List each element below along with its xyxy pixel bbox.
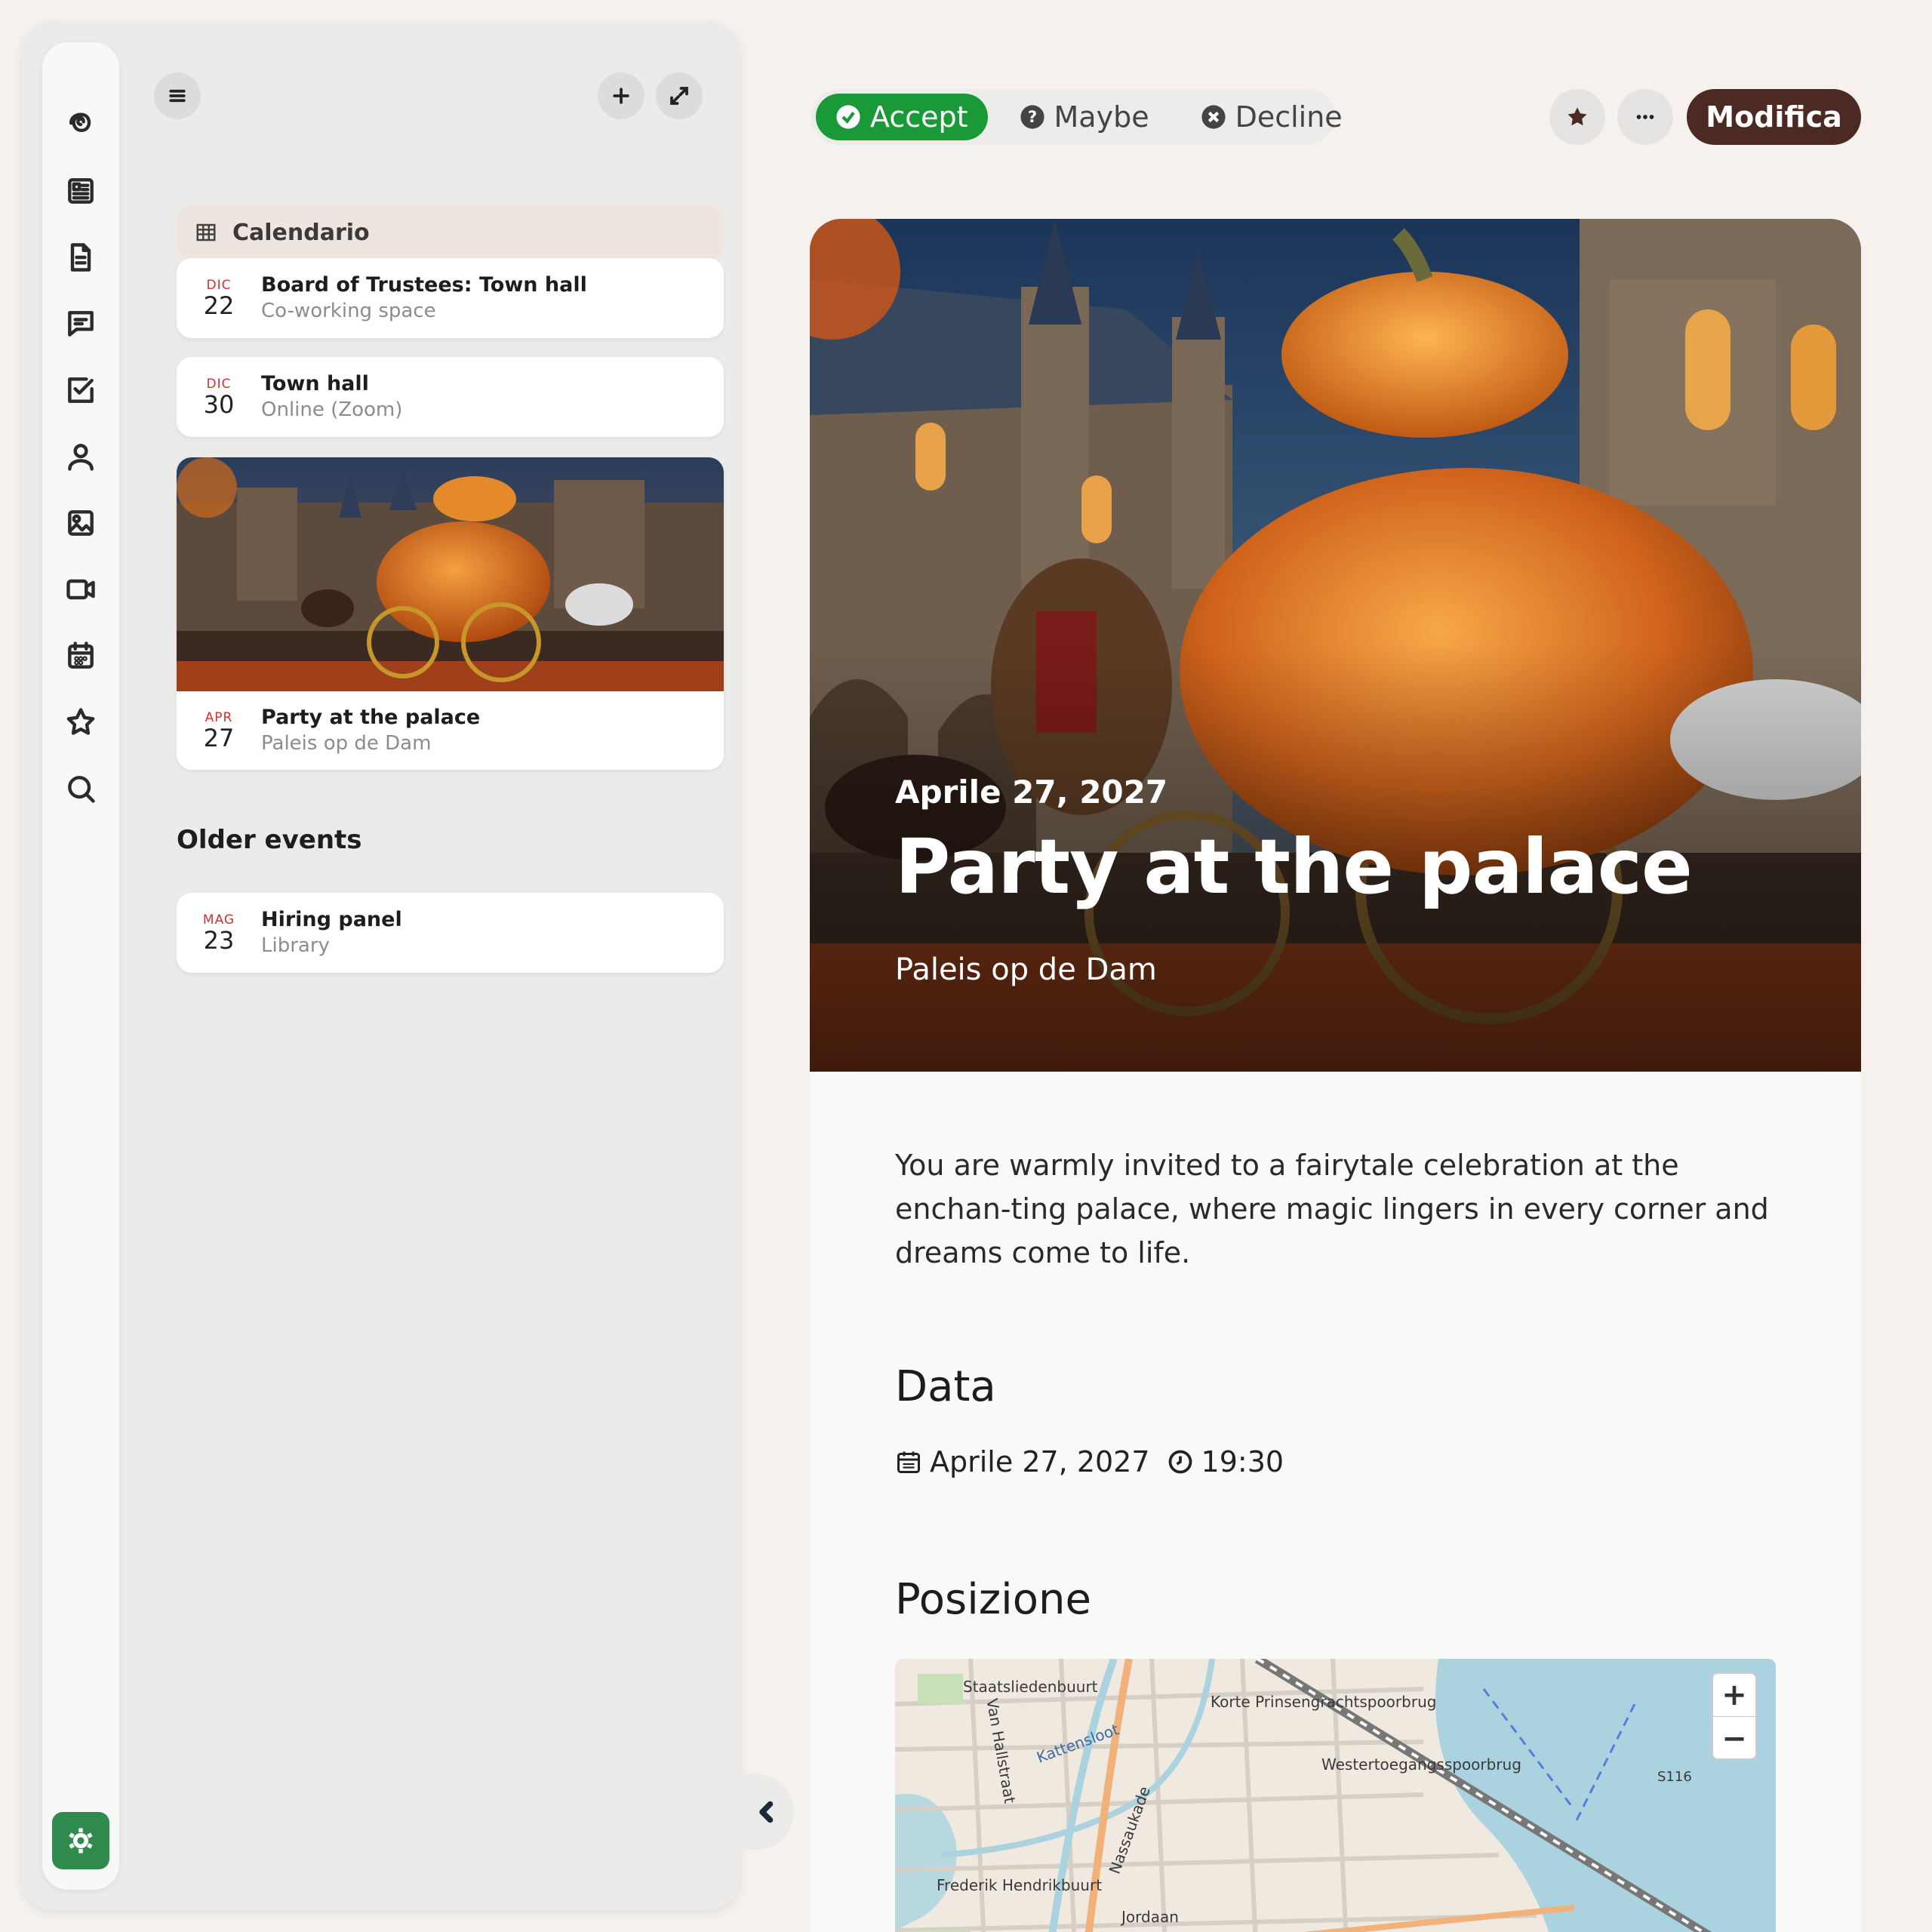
- date-badge: MAG 23: [199, 912, 238, 953]
- event-title: Hiring panel: [261, 908, 402, 931]
- hero-date: Aprile 27, 2027: [895, 774, 1168, 811]
- sidebar-panel: Calendario DIC 22 Board of Trustees: Tow…: [22, 22, 740, 1910]
- event-card[interactable]: MAG 23 Hiring panel Library: [177, 893, 724, 973]
- add-event-button[interactable]: [598, 72, 645, 119]
- event-location: Co-working space: [261, 300, 436, 322]
- event-card[interactable]: DIC 30 Town hall Online (Zoom): [177, 357, 724, 437]
- date-month: APR: [205, 710, 233, 725]
- ellipsis-icon: [1636, 115, 1654, 119]
- map-label: Jordaan: [1121, 1908, 1179, 1926]
- event-card-selected[interactable]: APR 27 Party at the palace Paleis op de …: [177, 457, 724, 770]
- grid-icon: [196, 223, 216, 242]
- logo-swirl-icon[interactable]: [42, 97, 119, 152]
- event-detail-card: Aprile 27, 2027 Party at the palace Pale…: [810, 219, 1861, 1932]
- map-zoom-control: + −: [1712, 1672, 1757, 1760]
- date-month: DIC: [206, 377, 232, 392]
- more-options-button[interactable]: [1617, 89, 1673, 145]
- event-hero: Aprile 27, 2027 Party at the palace Pale…: [810, 219, 1861, 1072]
- check-circle-icon: [836, 105, 860, 129]
- date-badge: DIC 30: [199, 377, 238, 417]
- image-icon[interactable]: [42, 495, 119, 551]
- event-description: You are warmly invited to a fairytale ce…: [895, 1149, 1769, 1269]
- maybe-button[interactable]: ? Maybe: [1000, 94, 1169, 140]
- document-icon[interactable]: [42, 229, 119, 285]
- calendar-icon: [897, 1451, 920, 1473]
- map-label: Westertoegangsspoorbrug: [1321, 1755, 1521, 1774]
- event-location: Library: [261, 934, 330, 957]
- decline-button[interactable]: Decline: [1181, 94, 1362, 140]
- event-thumbnail-image: [177, 457, 724, 691]
- date-badge: APR 27: [199, 710, 238, 751]
- date-month: DIC: [206, 278, 232, 293]
- event-title: Party at the palace: [261, 706, 481, 729]
- event-title: Town hall: [261, 372, 369, 395]
- event-location: Paleis op de Dam: [895, 952, 1157, 987]
- date-day: 22: [203, 291, 235, 320]
- event-location: Paleis op de Dam: [261, 732, 432, 755]
- map-label: S116: [1657, 1769, 1692, 1785]
- rsvp-group: Accept ? Maybe Decline: [811, 89, 1343, 145]
- star-icon[interactable]: [42, 694, 119, 750]
- accept-button[interactable]: Accept: [816, 94, 988, 140]
- search-icon[interactable]: [42, 761, 119, 817]
- date-value: Aprile 27, 2027: [930, 1445, 1150, 1478]
- checkbox-icon[interactable]: [42, 362, 119, 418]
- map-label: Staatsliedenbuurt: [963, 1678, 1098, 1696]
- location-section-heading: Posizione: [895, 1575, 1091, 1624]
- video-icon[interactable]: [42, 561, 119, 617]
- accept-label: Accept: [870, 100, 968, 134]
- location-map[interactable]: Staatsliedenbuurt Korte Prinsengrachtspo…: [895, 1659, 1776, 1932]
- svg-text:?: ?: [1027, 108, 1036, 127]
- date-badge: DIC 22: [199, 278, 238, 318]
- time-value: 19:30: [1201, 1445, 1284, 1478]
- date-day: 27: [203, 724, 235, 752]
- calendar-icon[interactable]: [42, 628, 119, 684]
- date-day: 23: [203, 926, 235, 955]
- date-day: 30: [203, 390, 235, 419]
- settings-gear-icon[interactable]: [52, 1812, 109, 1869]
- event-card[interactable]: DIC 22 Board of Trustees: Town hall Co-w…: [177, 258, 724, 338]
- newspaper-icon[interactable]: [42, 163, 119, 219]
- collapse-sidebar-button[interactable]: [740, 1774, 794, 1850]
- question-circle-icon: ?: [1020, 105, 1044, 129]
- expand-button[interactable]: [656, 72, 703, 119]
- event-title: Board of Trustees: Town hall: [261, 273, 587, 297]
- chat-icon[interactable]: [42, 296, 119, 352]
- event-location: Online (Zoom): [261, 398, 403, 421]
- edit-button[interactable]: Modifica: [1687, 89, 1861, 145]
- chevron-left-icon: [759, 1801, 774, 1823]
- star-filled-icon: [1567, 107, 1587, 126]
- x-circle-icon: [1201, 105, 1226, 129]
- date-section-heading: Data: [895, 1362, 996, 1411]
- zoom-in-button[interactable]: +: [1713, 1674, 1755, 1717]
- event-hero-image: [810, 219, 1861, 1072]
- maybe-label: Maybe: [1054, 100, 1149, 134]
- map-label: Frederik Hendrikbuurt: [937, 1876, 1103, 1894]
- event-title: Party at the palace: [895, 823, 1693, 911]
- map-label: Korte Prinsengrachtspoorbrug: [1211, 1693, 1437, 1711]
- menu-button[interactable]: [154, 72, 201, 119]
- decline-label: Decline: [1235, 100, 1343, 134]
- icon-rail: [42, 42, 119, 1890]
- calendar-header-label: Calendario: [232, 219, 370, 246]
- clock-icon: [1168, 1450, 1192, 1474]
- calendar-header[interactable]: Calendario: [177, 205, 724, 260]
- favorite-button[interactable]: [1549, 89, 1605, 145]
- older-events-heading: Older events: [177, 825, 362, 855]
- person-icon[interactable]: [42, 429, 119, 485]
- date-month: MAG: [202, 912, 235, 928]
- zoom-out-button[interactable]: −: [1713, 1717, 1755, 1760]
- event-datetime: Aprile 27, 2027 19:30: [895, 1445, 1284, 1478]
